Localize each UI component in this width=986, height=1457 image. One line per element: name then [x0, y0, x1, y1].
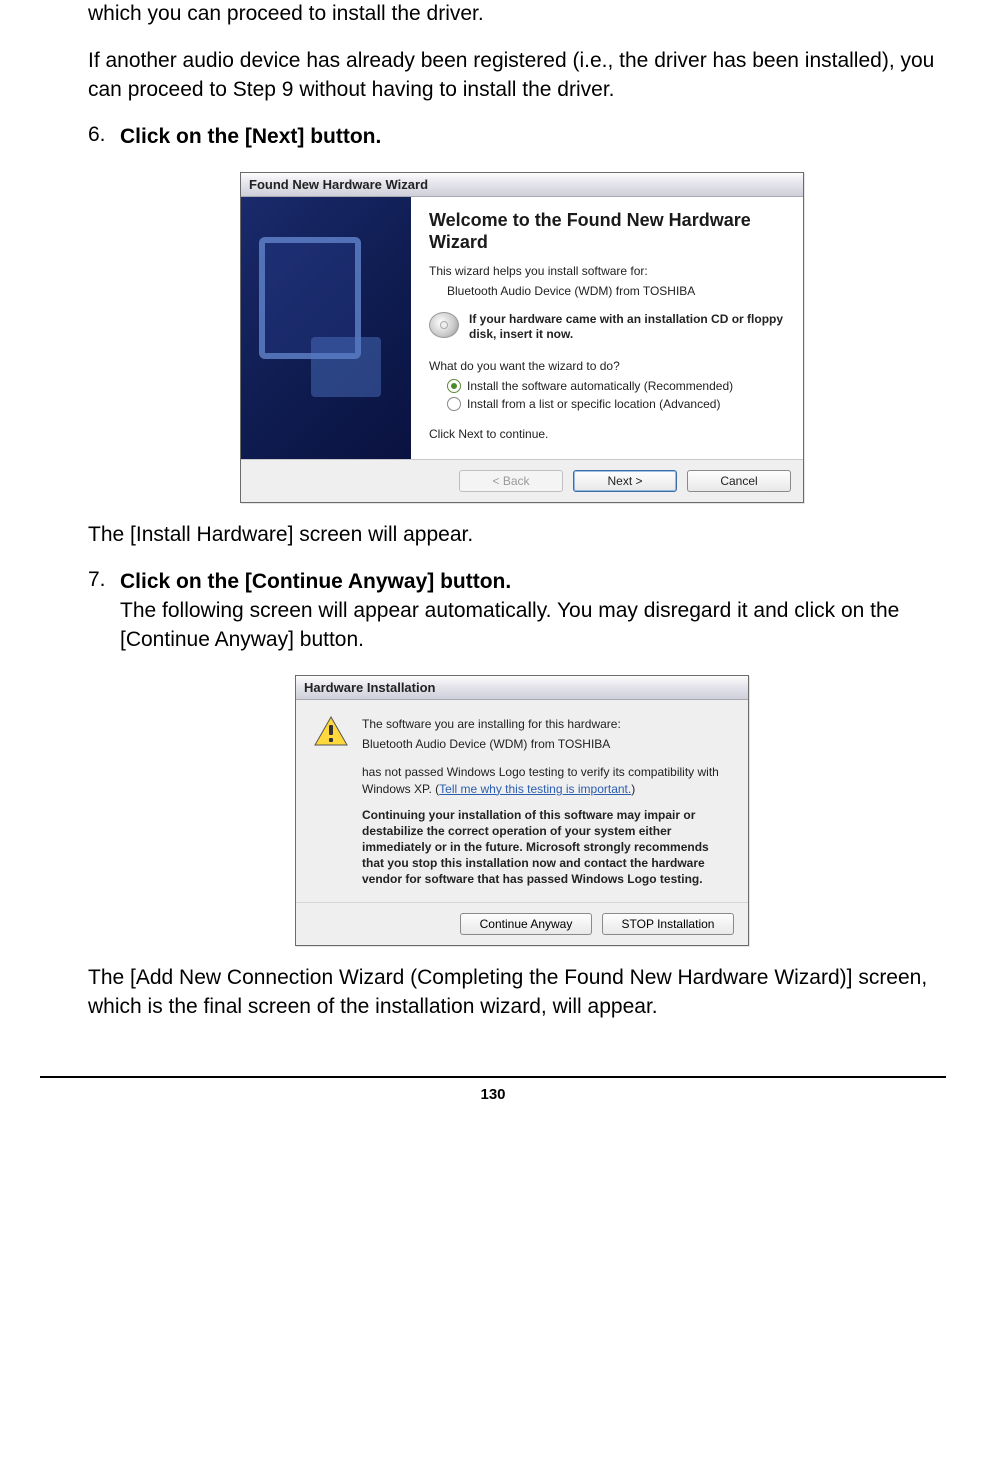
stop-installation-button[interactable]: STOP Installation [602, 913, 734, 935]
radio-option-specific-label: Install from a list or specific location… [467, 397, 720, 411]
dialog2-compat-text-b: ) [631, 782, 635, 796]
radio-option-automatic-label: Install the software automatically (Reco… [467, 379, 733, 393]
dialog1-titlebar: Found New Hardware Wizard [241, 173, 803, 197]
dialog2-titlebar: Hardware Installation [296, 676, 748, 700]
dialog2-compat-text: has not passed Windows Logo testing to v… [362, 764, 730, 796]
step-7-title: Click on the [Continue Anyway] button. [120, 568, 956, 597]
found-new-hardware-wizard-dialog: Found New Hardware Wizard Welcome to the… [240, 172, 804, 503]
dialog1-helps-text: This wizard helps you install software f… [429, 264, 785, 278]
radio-option-specific[interactable]: Install from a list or specific location… [447, 397, 785, 411]
wizard-sidebar-graphic [241, 197, 411, 459]
step-6-title: Click on the [Next] button. [120, 125, 381, 148]
radio-option-automatic[interactable]: Install the software automatically (Reco… [447, 379, 785, 393]
dialog2-warning-bold: Continuing your installation of this sof… [362, 807, 730, 888]
step-6: 6. Click on the [Next] button. [88, 123, 956, 152]
after-dialog2-text: The [Add New Connection Wizard (Completi… [88, 964, 956, 1022]
dialog1-cd-hint: If your hardware came with an installati… [469, 312, 785, 343]
dialog1-click-next-text: Click Next to continue. [429, 427, 785, 441]
back-button: < Back [459, 470, 563, 492]
intro-line1: which you can proceed to install the dri… [88, 0, 956, 29]
dialog1-device-name: Bluetooth Audio Device (WDM) from TOSHIB… [447, 284, 785, 298]
after-dialog1-text: The [Install Hardware] screen will appea… [88, 521, 956, 550]
hardware-installation-dialog: Hardware Installation The software you a… [295, 675, 749, 946]
dialog1-question: What do you want the wizard to do? [429, 359, 785, 373]
warning-icon [314, 716, 348, 746]
continue-anyway-button[interactable]: Continue Anyway [460, 913, 592, 935]
cancel-button[interactable]: Cancel [687, 470, 791, 492]
dialog2-device-name: Bluetooth Audio Device (WDM) from TOSHIB… [362, 736, 730, 752]
step-7-body: The following screen will appear automat… [120, 597, 956, 655]
page-number: 130 [40, 1086, 946, 1103]
dialog2-intro-text: The software you are installing for this… [362, 716, 730, 732]
testing-important-link[interactable]: Tell me why this testing is important. [439, 782, 631, 796]
next-button[interactable]: Next > [573, 470, 677, 492]
step-7-number: 7. [88, 568, 120, 655]
step-7: 7. Click on the [Continue Anyway] button… [88, 568, 956, 655]
radio-checked-icon [447, 379, 461, 393]
intro-line2: If another audio device has already been… [88, 47, 956, 105]
footer-divider [40, 1076, 946, 1078]
radio-unchecked-icon [447, 397, 461, 411]
step-6-number: 6. [88, 123, 120, 152]
dialog1-heading: Welcome to the Found New Hardware Wizard [429, 209, 785, 254]
cd-icon [429, 312, 459, 338]
